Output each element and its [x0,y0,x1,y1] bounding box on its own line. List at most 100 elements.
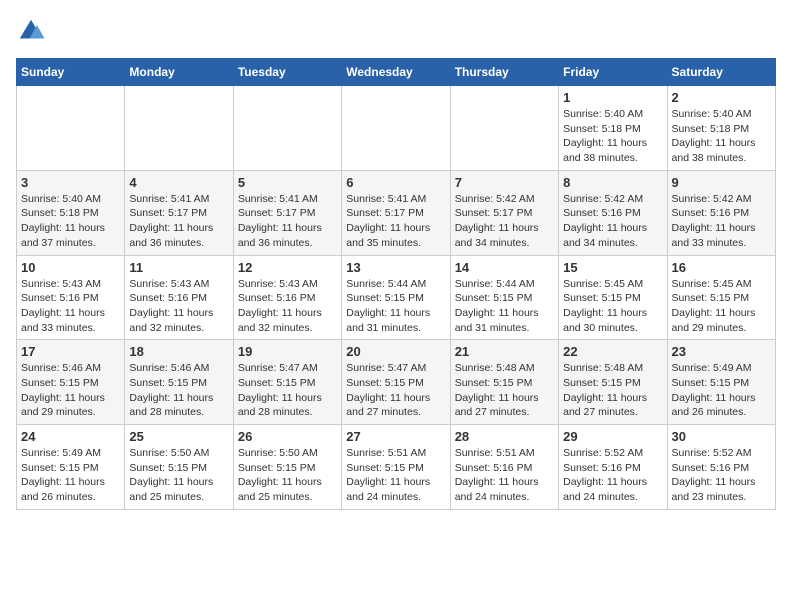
day-number: 21 [455,344,554,359]
day-number: 13 [346,260,445,275]
calendar-cell: 9 Sunrise: 5:42 AMSunset: 5:16 PMDaylight… [667,170,775,255]
day-number: 25 [129,429,228,444]
day-info: Sunrise: 5:50 AMSunset: 5:15 PMDaylight:… [238,446,337,505]
weekday-header: Friday [559,59,667,86]
calendar-cell: 21 Sunrise: 5:48 AMSunset: 5:15 PMDayligh… [450,340,558,425]
day-info: Sunrise: 5:41 AMSunset: 5:17 PMDaylight:… [346,192,445,251]
calendar-cell: 17 Sunrise: 5:46 AMSunset: 5:15 PMDayligh… [17,340,125,425]
calendar-week-row: 1 Sunrise: 5:40 AMSunset: 5:18 PMDaylight… [17,86,776,171]
day-info: Sunrise: 5:52 AMSunset: 5:16 PMDaylight:… [563,446,662,505]
calendar-cell: 2 Sunrise: 5:40 AMSunset: 5:18 PMDaylight… [667,86,775,171]
day-number: 5 [238,175,337,190]
calendar-week-row: 3 Sunrise: 5:40 AMSunset: 5:18 PMDaylight… [17,170,776,255]
day-number: 18 [129,344,228,359]
calendar-cell [17,86,125,171]
weekday-header: Tuesday [233,59,341,86]
day-info: Sunrise: 5:46 AMSunset: 5:15 PMDaylight:… [129,361,228,420]
calendar-cell: 3 Sunrise: 5:40 AMSunset: 5:18 PMDaylight… [17,170,125,255]
calendar-cell: 6 Sunrise: 5:41 AMSunset: 5:17 PMDaylight… [342,170,450,255]
calendar-cell: 18 Sunrise: 5:46 AMSunset: 5:15 PMDayligh… [125,340,233,425]
calendar-cell: 1Sunrise: 5:40 AMSunset: 5:18 PMDaylight… [559,86,667,171]
calendar-cell: 25Sunrise: 5:50 AMSunset: 5:15 PMDayligh… [125,425,233,510]
calendar-cell [233,86,341,171]
calendar-week-row: 10 Sunrise: 5:43 AMSunset: 5:16 PMDayligh… [17,255,776,340]
calendar-cell: 10Sunrise: 5:43 AMSunset: 5:16 PMDayligh… [17,255,125,340]
day-info: Sunrise: 5:47 AMSunset: 5:15 PMDaylight:… [238,361,337,420]
weekday-header: Sunday [17,59,125,86]
calendar-cell: 12Sunrise: 5:43 AMSunset: 5:16 PMDayligh… [233,255,341,340]
day-info: Sunrise: 5:45 AMSunset: 5:15 PMDaylight:… [672,277,771,336]
calendar-cell: 19 Sunrise: 5:47 AMSunset: 5:15 PMDayligh… [233,340,341,425]
day-info: Sunrise: 5:40 AMSunset: 5:18 PMDaylight:… [672,107,771,166]
day-number: 2 [672,90,771,105]
day-number: 4 [129,175,228,190]
logo-icon [16,16,46,46]
day-number: 17 [21,344,120,359]
calendar-cell: 29 Sunrise: 5:52 AMSunset: 5:16 PMDayligh… [559,425,667,510]
day-number: 14 [455,260,554,275]
calendar-cell: 15Sunrise: 5:45 AMSunset: 5:15 PMDayligh… [559,255,667,340]
logo [16,16,50,46]
calendar-cell: 30 Sunrise: 5:52 AMSunset: 5:16 PMDayligh… [667,425,775,510]
calendar-cell [450,86,558,171]
calendar-cell: 8 Sunrise: 5:42 AMSunset: 5:16 PMDaylight… [559,170,667,255]
calendar-cell: 5 Sunrise: 5:41 AMSunset: 5:17 PMDaylight… [233,170,341,255]
day-number: 24 [21,429,120,444]
weekday-header: Monday [125,59,233,86]
calendar-week-row: 24 Sunrise: 5:49 AMSunset: 5:15 PMDayligh… [17,425,776,510]
day-info: Sunrise: 5:46 AMSunset: 5:15 PMDaylight:… [21,361,120,420]
weekday-header: Thursday [450,59,558,86]
calendar-cell: 13 Sunrise: 5:44 AMSunset: 5:15 PMDayligh… [342,255,450,340]
day-number: 20 [346,344,445,359]
calendar-header-row: SundayMondayTuesdayWednesdayThursdayFrid… [17,59,776,86]
calendar-cell [342,86,450,171]
calendar-cell: 28 Sunrise: 5:51 AMSunset: 5:16 PMDayligh… [450,425,558,510]
day-number: 3 [21,175,120,190]
calendar-week-row: 17 Sunrise: 5:46 AMSunset: 5:15 PMDayligh… [17,340,776,425]
day-info: Sunrise: 5:40 AMSunset: 5:18 PMDaylight:… [21,192,120,251]
calendar-table: SundayMondayTuesdayWednesdayThursdayFrid… [16,58,776,510]
day-number: 26 [238,429,337,444]
day-number: 19 [238,344,337,359]
day-number: 10 [21,260,120,275]
calendar-cell: 11 Sunrise: 5:43 AMSunset: 5:16 PMDayligh… [125,255,233,340]
page-header [16,16,776,46]
day-number: 29 [563,429,662,444]
weekday-header: Saturday [667,59,775,86]
day-number: 9 [672,175,771,190]
day-info: Sunrise: 5:42 AMSunset: 5:16 PMDaylight:… [672,192,771,251]
day-info: Sunrise: 5:45 AMSunset: 5:15 PMDaylight:… [563,277,662,336]
day-info: Sunrise: 5:42 AMSunset: 5:16 PMDaylight:… [563,192,662,251]
day-info: Sunrise: 5:49 AMSunset: 5:15 PMDaylight:… [672,361,771,420]
calendar-cell: 27Sunrise: 5:51 AMSunset: 5:15 PMDayligh… [342,425,450,510]
calendar-cell: 20 Sunrise: 5:47 AMSunset: 5:15 PMDayligh… [342,340,450,425]
day-info: Sunrise: 5:51 AMSunset: 5:16 PMDaylight:… [455,446,554,505]
day-info: Sunrise: 5:41 AMSunset: 5:17 PMDaylight:… [238,192,337,251]
day-number: 8 [563,175,662,190]
calendar-cell: 22Sunrise: 5:48 AMSunset: 5:15 PMDayligh… [559,340,667,425]
day-info: Sunrise: 5:51 AMSunset: 5:15 PMDaylight:… [346,446,445,505]
calendar-cell: 4 Sunrise: 5:41 AMSunset: 5:17 PMDaylight… [125,170,233,255]
day-info: Sunrise: 5:43 AMSunset: 5:16 PMDaylight:… [129,277,228,336]
day-number: 12 [238,260,337,275]
day-info: Sunrise: 5:47 AMSunset: 5:15 PMDaylight:… [346,361,445,420]
day-info: Sunrise: 5:52 AMSunset: 5:16 PMDaylight:… [672,446,771,505]
day-number: 6 [346,175,445,190]
day-info: Sunrise: 5:48 AMSunset: 5:15 PMDaylight:… [563,361,662,420]
day-info: Sunrise: 5:48 AMSunset: 5:15 PMDaylight:… [455,361,554,420]
calendar-cell: 26 Sunrise: 5:50 AMSunset: 5:15 PMDayligh… [233,425,341,510]
day-number: 11 [129,260,228,275]
calendar-cell: 23Sunrise: 5:49 AMSunset: 5:15 PMDayligh… [667,340,775,425]
calendar-cell: 14Sunrise: 5:44 AMSunset: 5:15 PMDayligh… [450,255,558,340]
calendar-cell: 7 Sunrise: 5:42 AMSunset: 5:17 PMDaylight… [450,170,558,255]
day-number: 28 [455,429,554,444]
day-info: Sunrise: 5:42 AMSunset: 5:17 PMDaylight:… [455,192,554,251]
day-info: Sunrise: 5:41 AMSunset: 5:17 PMDaylight:… [129,192,228,251]
day-number: 30 [672,429,771,444]
calendar-cell: 16Sunrise: 5:45 AMSunset: 5:15 PMDayligh… [667,255,775,340]
day-number: 1 [563,90,662,105]
day-info: Sunrise: 5:44 AMSunset: 5:15 PMDaylight:… [346,277,445,336]
calendar-cell [125,86,233,171]
day-number: 7 [455,175,554,190]
day-info: Sunrise: 5:49 AMSunset: 5:15 PMDaylight:… [21,446,120,505]
